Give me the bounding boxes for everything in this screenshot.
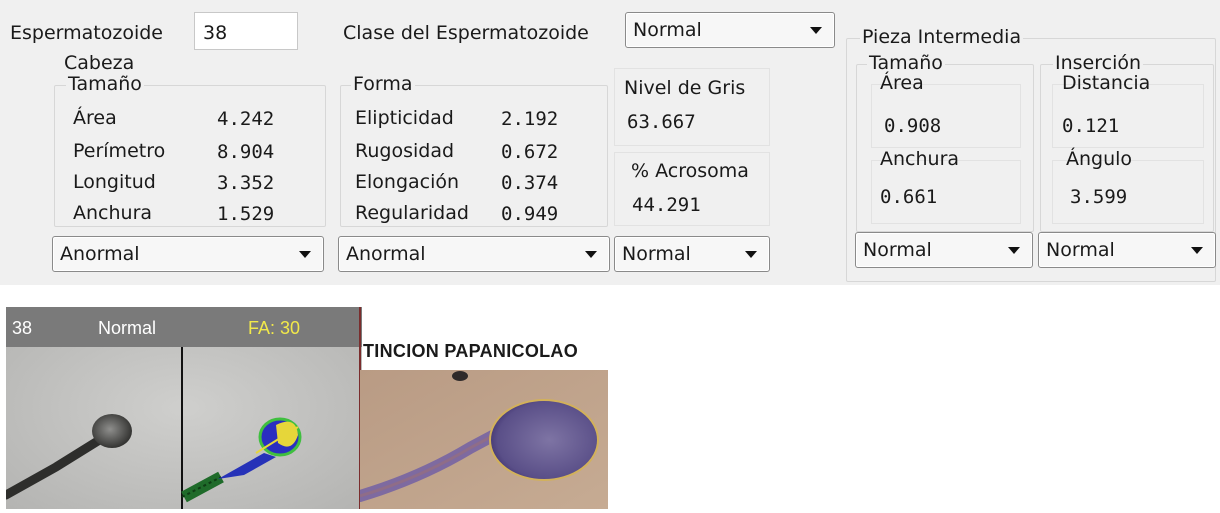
class-select-value: Normal [633,19,702,41]
elipticidad-value: 2.192 [501,108,559,130]
longitud-label: Longitud [73,171,156,193]
pieza-area-label: Área [880,72,924,94]
chevron-down-icon [585,251,597,258]
pieza-intermedia-title: Pieza Intermedia [860,26,1024,48]
chevron-down-icon [745,251,757,258]
insercion-select[interactable]: Normal [1038,232,1216,268]
class-select[interactable]: Normal [625,12,835,48]
rugosidad-label: Rugosidad [355,140,455,162]
nivel-gris-value: 63.667 [627,111,696,133]
cabeza-title: Cabeza [62,52,137,74]
cell-class: Normal [98,318,157,338]
acrosoma-value: 44.291 [632,194,701,216]
elongacion-label: Elongación [355,171,460,193]
acrosoma-title: % Acrosoma [631,160,749,182]
anchura-label: Anchura [73,202,153,224]
cell-id: 38 [12,318,33,338]
pieza-anchura-value: 0.661 [880,186,938,208]
regularidad-label: Regularidad [355,202,469,224]
elipticidad-label: Elipticidad [355,107,454,129]
insercion-title: Inserción [1053,52,1144,74]
forma-title: Forma [351,73,415,95]
cabeza-tamano-select-value: Anormal [60,243,140,265]
forma-select[interactable]: Anormal [338,236,610,272]
area-value: 4.242 [217,108,275,130]
sperm-number-input[interactable]: 38 [194,12,298,50]
sperm-number-value: 38 [203,22,228,44]
anchura-value: 1.529 [217,203,275,225]
papanicolaou-image [354,370,608,509]
pieza-tamano-select-value: Normal [863,239,932,261]
distancia-label: Distancia [1062,72,1151,94]
longitud-value: 3.352 [217,172,275,194]
nivel-acrosoma-select-value: Normal [622,243,691,265]
cabeza-tamano-title: Tamaño [66,73,144,95]
chevron-down-icon [810,27,822,34]
elongacion-value: 0.374 [501,172,559,194]
forma-select-value: Anormal [346,243,426,265]
chevron-down-icon [1191,247,1203,254]
cabeza-tamano-select[interactable]: Anormal [52,236,324,272]
sperm-label: Espermatozoide [10,22,163,44]
area-label: Área [73,107,117,129]
perimetro-value: 8.904 [217,141,275,163]
pieza-anchura-label: Anchura [880,148,960,170]
nivel-gris-title: Nivel de Gris [624,77,746,99]
stain-title: TINCION PAPANICOLAO [363,341,579,361]
nivel-acrosoma-select[interactable]: Normal [614,236,770,272]
angulo-value: 3.599 [1070,186,1128,208]
pieza-tamano-title: Tamaño [867,52,945,74]
regularidad-value: 0.949 [501,203,559,225]
chevron-down-icon [1008,247,1020,254]
fa-label: FA: 30 [248,318,301,338]
insercion-select-value: Normal [1046,239,1115,261]
microscope-images [1,307,362,509]
pieza-tamano-select[interactable]: Normal [855,232,1033,268]
rugosidad-value: 0.672 [501,141,559,163]
pieza-area-value: 0.908 [884,115,942,137]
class-label: Clase del Espermatozoide [343,22,589,44]
angulo-label: Ángulo [1066,148,1133,170]
distancia-value: 0.121 [1062,115,1120,137]
chevron-down-icon [299,251,311,258]
perimetro-label: Perímetro [73,140,166,162]
